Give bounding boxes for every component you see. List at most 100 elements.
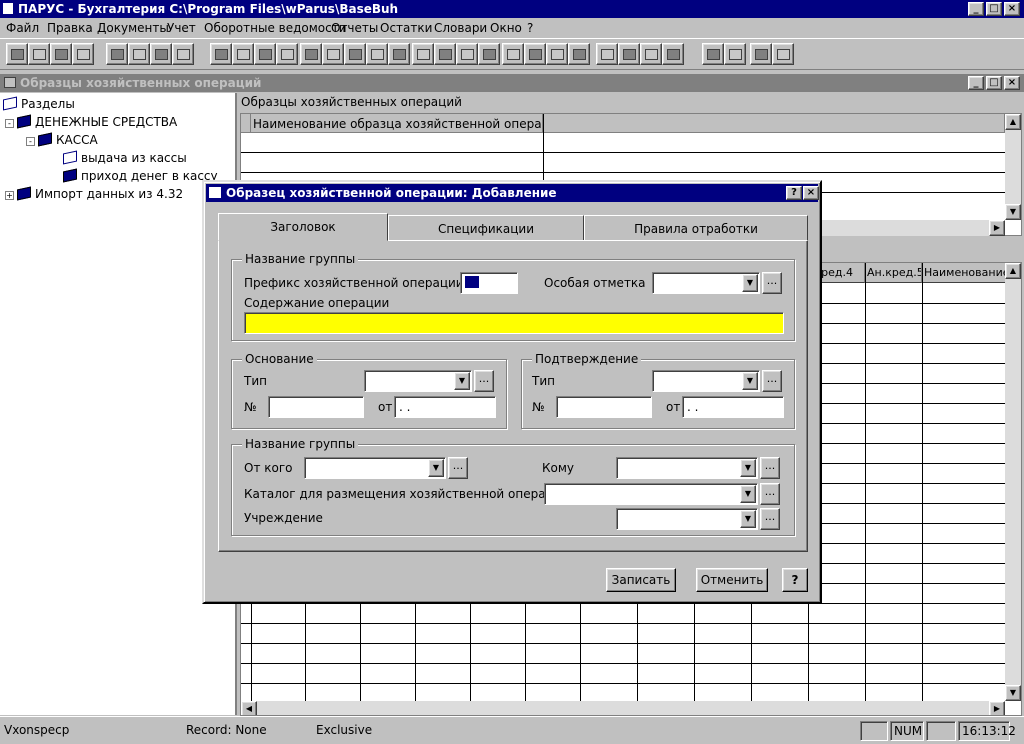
scroll-right-icon[interactable]: ▶ (989, 701, 1005, 715)
column-header-name[interactable]: Наименование (922, 263, 1006, 283)
from-whom-select[interactable]: ▼ (304, 457, 446, 479)
building-icon[interactable] (254, 43, 276, 65)
print-icon[interactable] (150, 43, 172, 65)
special-mark-select[interactable]: ▼ (652, 272, 760, 294)
menu-turnover[interactable]: Оборотные ведомости (204, 21, 347, 35)
catalog-lookup-button[interactable]: ... (760, 483, 780, 505)
tab-specifications[interactable]: Спецификации (388, 215, 584, 241)
tree-item-import[interactable]: + Импорт данных из 4.32 (5, 186, 183, 201)
dialog-help-button[interactable]: ? (786, 186, 802, 200)
scroll-up-icon[interactable]: ▲ (1005, 263, 1021, 279)
institution-select[interactable]: ▼ (616, 508, 758, 530)
house-icon[interactable] (276, 43, 298, 65)
export-icon[interactable] (640, 43, 662, 65)
close-button[interactable]: × (1004, 2, 1020, 16)
register-icon[interactable] (300, 43, 322, 65)
edit-icon[interactable] (50, 43, 72, 65)
document-icon[interactable] (210, 43, 232, 65)
bottom-grid-horizontal-scrollbar[interactable]: ◀ ▶ (241, 701, 1005, 715)
to-whom-select[interactable]: ▼ (616, 457, 758, 479)
scroll-down-icon[interactable]: ▼ (1005, 685, 1021, 701)
collapse-icon[interactable]: - (26, 137, 35, 146)
menu-file[interactable]: Файл (6, 21, 39, 35)
special-mark-lookup-button[interactable]: ... (762, 272, 782, 294)
pen-icon[interactable] (456, 43, 478, 65)
tab-rules[interactable]: Правила отработки (584, 215, 808, 241)
dropdown-arrow-icon[interactable]: ▼ (454, 372, 470, 390)
tab-header[interactable]: Заголовок (218, 213, 388, 241)
dropdown-arrow-icon[interactable]: ▼ (740, 459, 756, 477)
tree-item-cash-out[interactable]: выдача из кассы (63, 150, 187, 165)
menu-accounting[interactable]: Учет (167, 21, 196, 35)
menu-documents[interactable]: Документы (97, 21, 169, 35)
settings-icon[interactable] (172, 43, 194, 65)
scroll-up-icon[interactable]: ▲ (1005, 114, 1021, 130)
new-icon[interactable] (6, 43, 28, 65)
menu-balances[interactable]: Остатки (380, 21, 432, 35)
dropdown-arrow-icon[interactable]: ▼ (428, 459, 444, 477)
add-operation-dialog[interactable]: Образец хозяйственной операции: Добавлен… (202, 180, 822, 604)
folder-icon[interactable] (502, 43, 524, 65)
menu-dictionaries[interactable]: Словари (434, 21, 487, 35)
basis-number-input[interactable] (268, 396, 364, 418)
scroll-left-icon[interactable]: ◀ (241, 701, 257, 715)
refresh-icon[interactable] (128, 43, 150, 65)
delete-icon[interactable] (72, 43, 94, 65)
help-button[interactable]: ? (782, 568, 808, 592)
tree-item-kassa[interactable]: - КАССА (26, 132, 98, 147)
dropdown-arrow-icon[interactable]: ▼ (740, 485, 756, 503)
dropdown-arrow-icon[interactable]: ▼ (742, 274, 758, 292)
chart-icon[interactable] (322, 43, 344, 65)
dialog-close-button[interactable]: × (803, 186, 819, 200)
copy-doc-icon[interactable] (546, 43, 568, 65)
dialog-title-bar[interactable]: Образец хозяйственной операции: Добавлен… (206, 184, 819, 202)
basis-date-input[interactable]: . . (394, 396, 496, 418)
card-icon[interactable] (232, 43, 254, 65)
window-tile-icon[interactable] (702, 43, 724, 65)
tree-icon[interactable] (388, 43, 410, 65)
balance-icon[interactable] (344, 43, 366, 65)
child-close-button[interactable]: × (1004, 76, 1020, 90)
import-icon[interactable] (662, 43, 684, 65)
from-whom-lookup-button[interactable]: ... (448, 457, 468, 479)
menu-reports[interactable]: Отчеты (331, 21, 378, 35)
dropdown-arrow-icon[interactable]: ▼ (742, 372, 758, 390)
save-button[interactable]: Записать (606, 568, 676, 592)
basis-type-lookup-button[interactable]: ... (474, 370, 494, 392)
scroll-right-icon[interactable]: ▶ (989, 220, 1005, 236)
journal-icon[interactable] (412, 43, 434, 65)
app-icon[interactable] (3, 3, 13, 14)
filter-icon[interactable] (106, 43, 128, 65)
archive-icon[interactable] (524, 43, 546, 65)
catalog-select[interactable]: ▼ (544, 483, 758, 505)
app-title-bar[interactable]: ПАРУС - Бухгалтерия C:\Program Files\wPa… (0, 0, 1024, 18)
menu-edit[interactable]: Правка (47, 21, 93, 35)
exit-icon[interactable] (772, 43, 794, 65)
cancel-button[interactable]: Отменить (696, 568, 768, 592)
basis-type-select[interactable]: ▼ (364, 370, 472, 392)
confirm-date-input[interactable]: . . (682, 396, 784, 418)
bottom-grid-vertical-scrollbar[interactable]: ▲ ▼ (1005, 263, 1021, 701)
scroll-down-icon[interactable]: ▼ (1005, 204, 1021, 220)
ledger-icon[interactable] (434, 43, 456, 65)
expand-icon[interactable]: + (5, 191, 14, 200)
child-minimize-button[interactable]: _ (968, 76, 984, 90)
child-window-title-bar[interactable]: Образцы хозяйственных операций _ □ × (0, 74, 1024, 92)
institution-lookup-button[interactable]: ... (760, 508, 780, 530)
menu-help[interactable]: ? (527, 21, 533, 35)
currency-icon[interactable] (596, 43, 618, 65)
open-folder-icon[interactable] (750, 43, 772, 65)
content-input[interactable] (244, 312, 784, 334)
to-whom-lookup-button[interactable]: ... (760, 457, 780, 479)
tree-item-cash[interactable]: - ДЕНЕЖНЫЕ СРЕДСТВА (5, 114, 177, 129)
collapse-icon[interactable]: - (5, 119, 14, 128)
column-header-credit5[interactable]: Ан.кред.5 (865, 263, 922, 283)
stamp-icon[interactable] (478, 43, 500, 65)
tree-root[interactable]: Разделы (3, 96, 75, 111)
child-maximize-button[interactable]: □ (986, 76, 1002, 90)
table-icon[interactable] (568, 43, 590, 65)
minimize-button[interactable]: _ (968, 2, 984, 16)
report-icon[interactable] (366, 43, 388, 65)
confirm-type-lookup-button[interactable]: ... (762, 370, 782, 392)
prefix-input[interactable] (460, 272, 518, 294)
